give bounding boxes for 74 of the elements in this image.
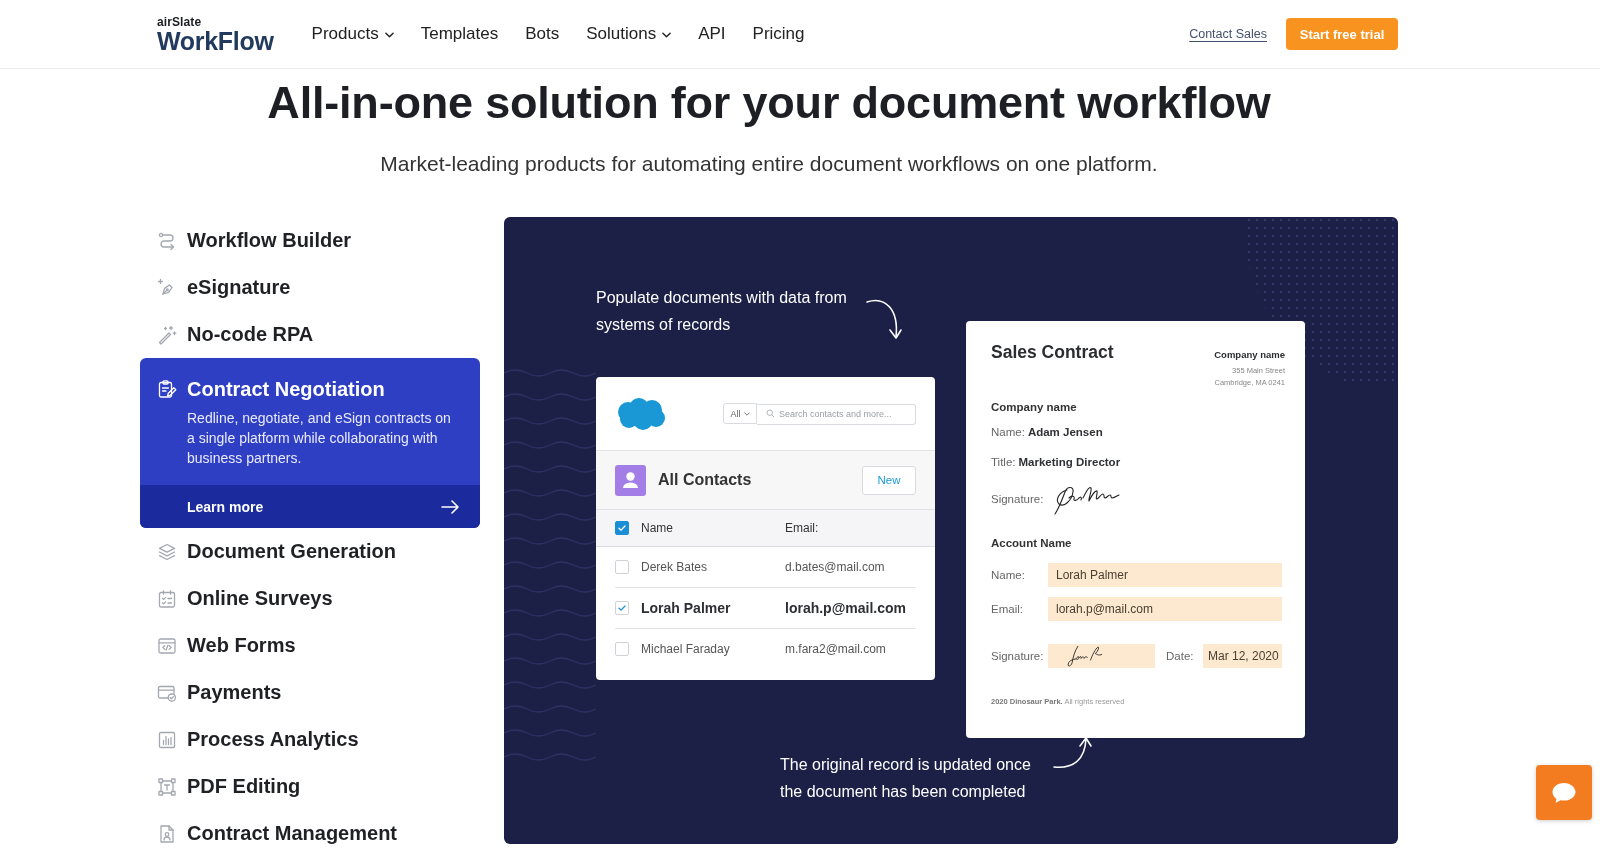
code-window-icon: [157, 635, 177, 656]
nav-link[interactable]: Solutions: [586, 24, 672, 44]
field-label: Signature:: [991, 650, 1045, 662]
bar-chart-icon: [157, 729, 177, 750]
chevron-icon: [662, 32, 672, 38]
product-card[interactable]: Contract Negotiation Redline, negotiate, and eSign contracts on a single platform while collaborating with business partners. Learn more: [140, 358, 480, 528]
product-description: Redline, negotiate, and eSign contracts on a single platform while collaborating with business partners.: [187, 409, 452, 468]
product-item[interactable]: eSignature: [140, 264, 291, 311]
annotation-text: The original record is updated once the document has been completed: [780, 755, 1031, 802]
filter-dropdown[interactable]: All: [723, 403, 757, 424]
route-icon: [157, 230, 177, 251]
page-subtitle: Market-leading products for automating entire document workflows on one platform.: [379, 151, 1159, 177]
search-icon: [766, 409, 775, 418]
page-title: All-in-one solution for your document workflow: [266, 78, 1272, 128]
nav-link[interactable]: Templates: [420, 24, 499, 44]
layers-icon: [157, 541, 177, 562]
person-icon: [615, 464, 646, 496]
form-field[interactable]: Lorah Palmer: [1048, 563, 1282, 587]
field-label: Email:: [991, 603, 1024, 615]
logo-wordmark[interactable]: WorkFlow: [157, 29, 274, 54]
product-item[interactable]: Payments: [140, 669, 282, 716]
table-cell-text: d.bates@mail.com: [785, 560, 886, 574]
speech-bubble-icon: [1551, 780, 1577, 805]
field-label: Name:: [991, 426, 1025, 438]
nav-link[interactable]: API: [698, 24, 726, 44]
section-heading: Account Name: [991, 536, 1072, 551]
form-field[interactable]: lorah.p@mail.com: [1048, 597, 1282, 621]
magic-wand-icon: [157, 324, 177, 345]
field-label: Date:: [1166, 650, 1195, 662]
nav-link[interactable]: Pricing: [752, 24, 805, 44]
field-value: Marketing Director: [1018, 456, 1121, 468]
table-cell-text: Lorah Palmer: [641, 600, 732, 616]
field-label: Signature:: [991, 493, 1044, 505]
checkbox[interactable]: [615, 521, 629, 535]
product-item[interactable]: Workflow Builder: [140, 217, 352, 264]
field-label: Name:: [991, 569, 1026, 581]
chat-button[interactable]: [1536, 765, 1592, 820]
document-title: Sales Contract: [991, 341, 1114, 363]
chevron-icon: [743, 411, 750, 416]
learn-more-link[interactable]: Learn more: [140, 485, 480, 528]
table-cell-text: Michael Faraday: [641, 642, 731, 656]
document-user-icon: [157, 823, 177, 844]
table-cell-text: Derek Bates: [641, 560, 709, 574]
product-item[interactable]: Document Generation: [140, 528, 396, 575]
chevron-icon: [384, 32, 394, 38]
field-value: Adam Jensen: [1027, 426, 1103, 438]
product-item[interactable]: No-code RPA: [140, 311, 314, 358]
table-cell-text: lorah.p@mail.com: [785, 600, 907, 616]
cloud-icon: [615, 396, 667, 431]
section-heading: Company name: [991, 400, 1077, 415]
column-header: Name: [641, 521, 674, 535]
checklist-icon: [157, 588, 177, 609]
nav-link[interactable]: Products: [311, 24, 394, 44]
nav-link[interactable]: Bots: [525, 24, 560, 44]
clipboard-icon: [157, 379, 177, 399]
contacts-title: All Contacts: [658, 471, 752, 489]
search-field[interactable]: Search contacts and more...: [757, 403, 916, 425]
contact-sales-link[interactable]: Contact Sales: [1189, 27, 1267, 41]
logo-brand[interactable]: airSlate: [157, 16, 274, 29]
product-item[interactable]: Contract Management: [140, 810, 398, 850]
product-item[interactable]: Process Analytics: [140, 716, 359, 763]
product-item[interactable]: PDF Editing: [140, 763, 301, 810]
annotation-text: Populate documents with data from systems of records: [596, 288, 847, 335]
company-label: Company name: [1214, 348, 1285, 362]
field-label: Title:: [991, 456, 1016, 468]
date-field[interactable]: Mar 12, 2020: [1203, 644, 1282, 668]
column-header: Email:: [785, 521, 820, 535]
product-item[interactable]: Online Surveys: [140, 575, 333, 622]
text-frame-icon: [157, 776, 177, 797]
signature-field[interactable]: [1048, 644, 1155, 668]
table-cell-text: m.fara2@mail.com: [785, 642, 887, 656]
arrow-right-icon: [440, 498, 460, 515]
product-title[interactable]: Contract Negotiation: [187, 377, 385, 401]
product-item[interactable]: Web Forms: [140, 622, 296, 669]
